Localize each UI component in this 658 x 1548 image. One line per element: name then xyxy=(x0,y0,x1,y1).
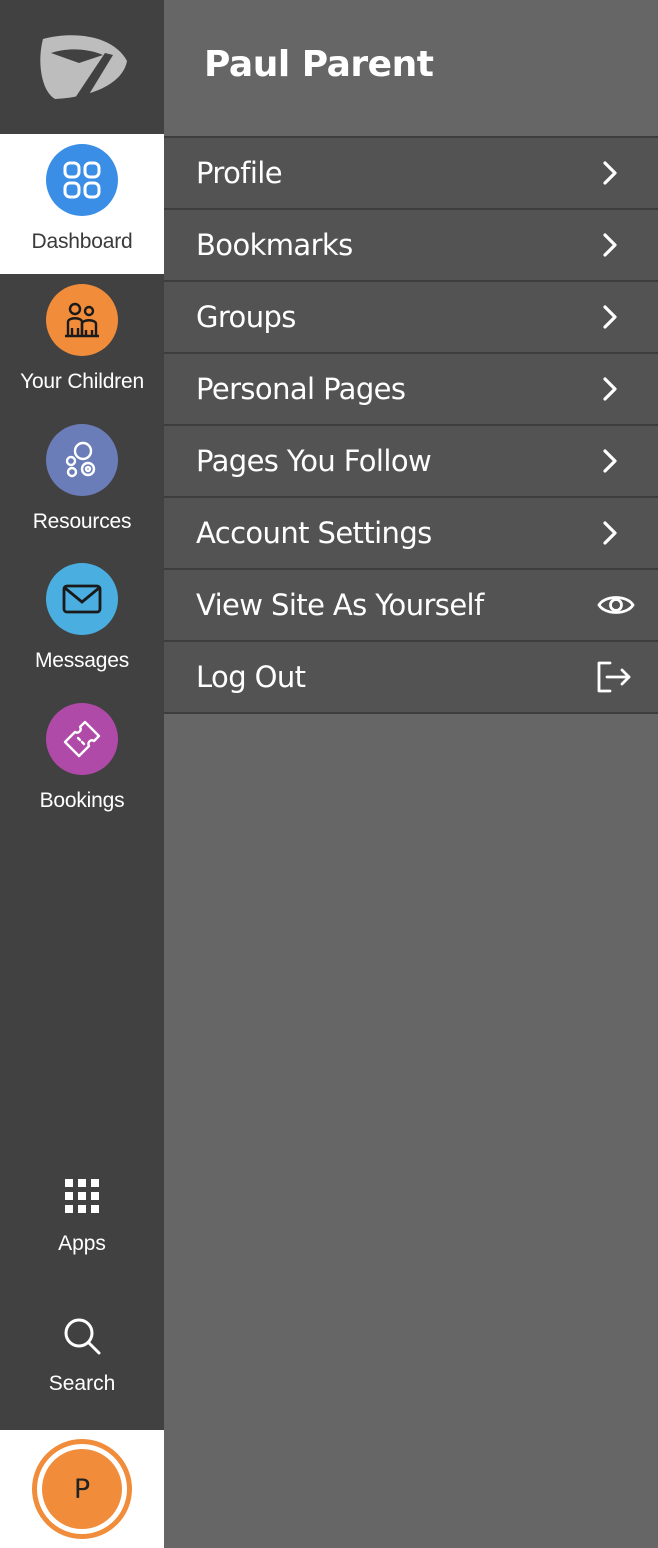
account-panel: Paul Parent Profile Bookmarks Groups Per… xyxy=(164,0,658,1548)
apps-button[interactable]: Apps xyxy=(0,1178,164,1256)
menu-item-groups[interactable]: Groups xyxy=(164,282,658,354)
chevron-right-icon xyxy=(590,441,630,481)
dashboard-grid-icon xyxy=(46,144,118,216)
chevron-right-icon xyxy=(590,153,630,193)
resources-icon xyxy=(46,424,118,496)
menu-item-pages-you-follow[interactable]: Pages You Follow xyxy=(164,426,658,498)
ticket-icon xyxy=(46,703,118,775)
account-menu: Profile Bookmarks Groups Personal Pages … xyxy=(164,136,658,714)
menu-item-label: Groups xyxy=(196,300,296,334)
search-label: Search xyxy=(48,1372,116,1395)
menu-item-personal-pages[interactable]: Personal Pages xyxy=(164,354,658,426)
avatar-button[interactable]: P xyxy=(32,1439,132,1539)
menu-item-account-settings[interactable]: Account Settings xyxy=(164,498,658,570)
chevron-right-icon xyxy=(590,225,630,265)
side-rail: Dashboard Your Children Resources Messag… xyxy=(0,0,164,1548)
menu-item-label: View Site As Yourself xyxy=(196,588,484,622)
profile-area: P xyxy=(0,1430,164,1548)
chevron-right-icon xyxy=(590,369,630,409)
logo[interactable] xyxy=(0,0,164,134)
menu-item-label: Profile xyxy=(196,156,283,190)
nav-label: Resources xyxy=(32,510,132,533)
menu-item-label: Bookmarks xyxy=(196,228,353,262)
menu-item-log-out[interactable]: Log Out xyxy=(164,642,658,714)
chevron-right-icon xyxy=(590,513,630,553)
nav-label: Messages xyxy=(34,649,130,672)
menu-item-view-site-as-yourself[interactable]: View Site As Yourself xyxy=(164,570,658,642)
search-button[interactable]: Search xyxy=(0,1316,164,1396)
apps-label: Apps xyxy=(58,1232,106,1255)
nav-resources[interactable]: Resources xyxy=(0,414,164,554)
nav-your-children[interactable]: Your Children xyxy=(0,274,164,414)
apps-grid-icon xyxy=(65,1179,99,1213)
chevron-right-icon xyxy=(590,297,630,337)
menu-item-bookmarks[interactable]: Bookmarks xyxy=(164,210,658,282)
app-logo-icon xyxy=(40,35,127,101)
nav-label: Bookings xyxy=(39,789,125,812)
menu-item-label: Personal Pages xyxy=(196,372,406,406)
menu-item-label: Pages You Follow xyxy=(196,444,432,478)
children-icon xyxy=(46,284,118,356)
nav-bookings[interactable]: Bookings xyxy=(0,693,164,833)
menu-item-profile[interactable]: Profile xyxy=(164,138,658,210)
search-icon xyxy=(64,1318,101,1355)
menu-item-label: Account Settings xyxy=(196,516,432,550)
user-name: Paul Parent xyxy=(204,44,434,85)
nav-label: Your Children xyxy=(20,370,144,393)
logout-icon xyxy=(594,657,634,697)
menu-item-label: Log Out xyxy=(196,660,306,694)
nav-messages[interactable]: Messages xyxy=(0,553,164,693)
envelope-icon xyxy=(46,563,118,635)
nav-label: Dashboard xyxy=(31,230,133,253)
nav-dashboard[interactable]: Dashboard xyxy=(0,134,164,274)
eye-icon xyxy=(596,585,636,625)
avatar: P xyxy=(42,1449,122,1529)
